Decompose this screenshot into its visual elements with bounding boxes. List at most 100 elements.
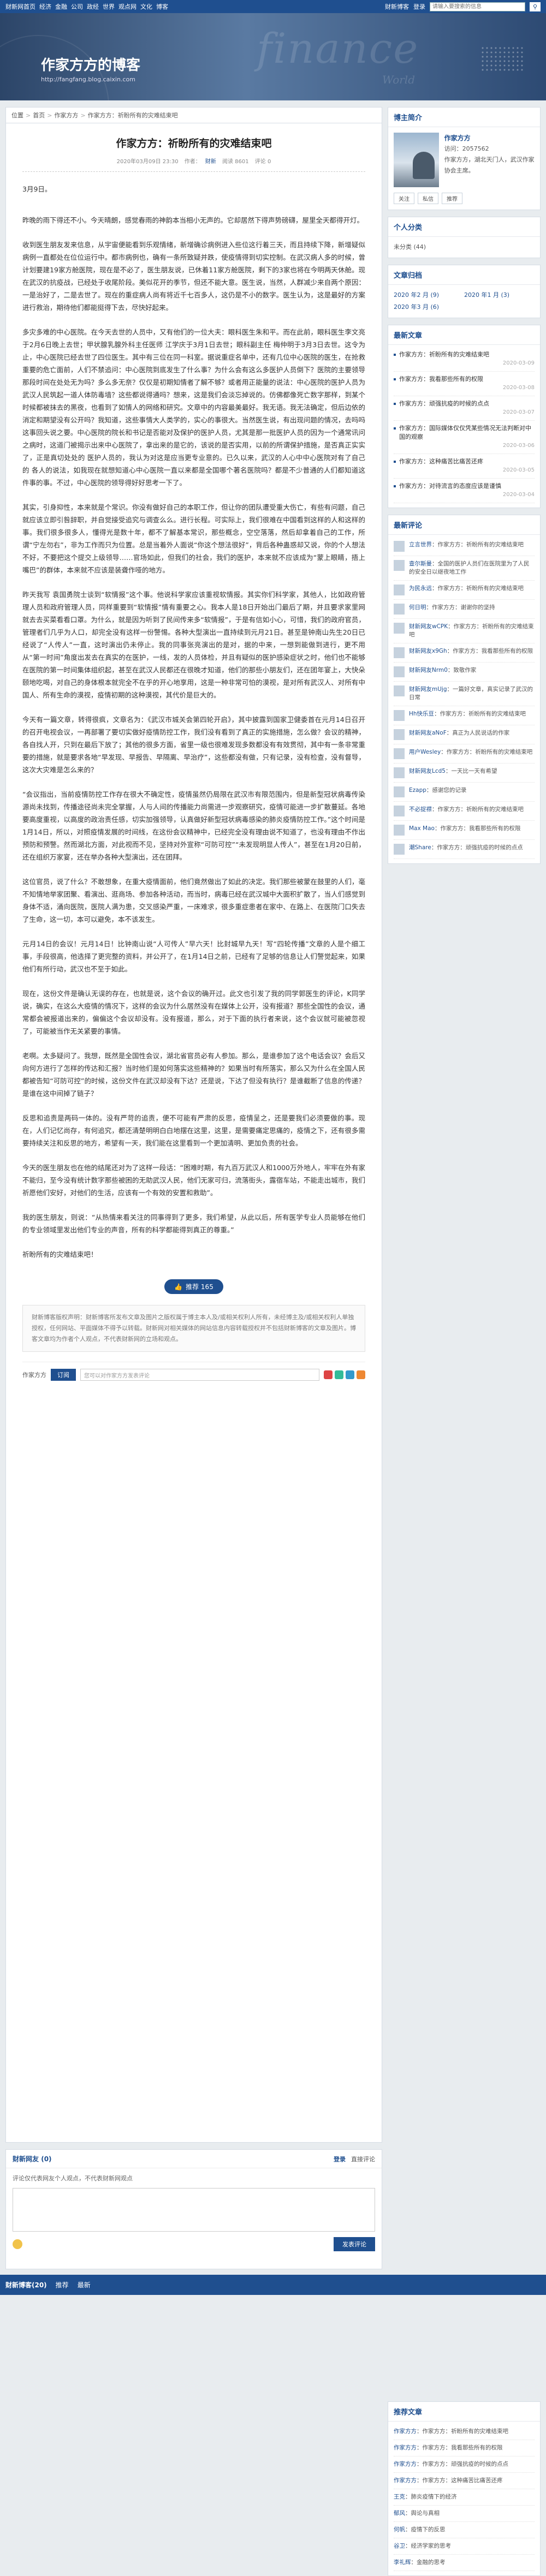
comment-textarea[interactable] xyxy=(13,2188,375,2232)
comment-item[interactable]: 为民永远：作家方方：祈盼所有的灾难结束吧 xyxy=(394,581,535,600)
archive-item[interactable]: 2020 年1 月 (3) xyxy=(464,289,535,301)
thumbs-up-icon: 👍 xyxy=(174,1283,183,1291)
nav-link-economy[interactable]: 经济 xyxy=(39,2,51,11)
article-paragraph: 老啊。太多疑问了。我想，既然是全国性会议，湖北省官员必有人参加。那么，是谁参加了… xyxy=(22,1052,365,1098)
recommend-item[interactable]: 谷卫：经济学家的思考 xyxy=(394,2538,535,2555)
recent-post-item[interactable]: 作家方方：对待流言的态度应该是谨慎 2020-03-04 xyxy=(394,479,535,503)
recommend-item[interactable]: 李礼辉：金融的思考 xyxy=(394,2555,535,2571)
recommend-item[interactable]: 作家方方：作家方方：我看那些所有的权限 xyxy=(394,2440,535,2456)
search-icon[interactable]: ⚲ xyxy=(530,2,541,11)
follow-button[interactable]: 关注 xyxy=(394,193,414,204)
publish-comment-button[interactable]: 发表评论 xyxy=(334,2237,375,2251)
avatar[interactable] xyxy=(394,133,439,187)
article-author[interactable]: 财新 xyxy=(205,159,216,165)
footer-tab-latest[interactable]: 最新 xyxy=(78,2280,91,2289)
nav-link-world[interactable]: 世界 xyxy=(103,2,115,11)
archive-item[interactable]: 2020 年3 月 (6) xyxy=(394,301,464,313)
emoji-icon[interactable] xyxy=(13,2239,22,2249)
archive-item[interactable]: 2020 年2 月 (9) xyxy=(394,289,464,301)
recommend-item[interactable]: 郁风：舆论与真相 xyxy=(394,2506,535,2522)
article-paragraph: 昨晚的雨下得还不小。今天晴朗，感觉春雨的神韵本当相小无声的。它却居然下得声势磅礴… xyxy=(22,216,364,224)
recommend-footer: 财新博客(20) 推荐 最新 xyxy=(0,2275,546,2295)
recent-post-item[interactable]: 作家方方：这种痛苦比痛苦还疼 2020-03-05 xyxy=(394,454,535,479)
article-paragraph: 现在，这份文件是确认无误的存在，也就是说，这个会议的确开过。此文也引发了我的同学… xyxy=(22,989,365,1035)
comment-count: 0 xyxy=(44,2155,49,2163)
comment-item[interactable]: 财新网友wCPK：作家方方：祈盼所有的灾难结束吧 xyxy=(394,619,535,643)
blog-url[interactable]: http://fangfang.blog.caixin.com xyxy=(41,76,135,83)
comment-title: 财新网友 (0) xyxy=(13,2155,52,2163)
comment-item[interactable]: 财新网友x9Gh：作家方方：我看那些所有的权限 xyxy=(394,643,535,663)
sidebar: 博主简介 作家方方 访问：2057562 作家方方，湖北天门人，武汉作家协会主席… xyxy=(388,107,541,2269)
comment-section: 财新网友 (0) 登录 直接评论 评论仅代表网友个人观点，不代表财新网观点 发表… xyxy=(5,2149,382,2269)
profile-actions: 关注 私信 推荐 xyxy=(388,193,540,210)
comment-item[interactable]: 查尔斯曼：全国的医护人员们在医院里为了人民的安全日以继夜地工作 xyxy=(394,556,535,581)
article-author-label: 作者： xyxy=(184,159,201,165)
recommend-blog-button[interactable]: 推荐 xyxy=(442,193,462,204)
recommend-item[interactable]: 何帆：疫情下的反思 xyxy=(394,2522,535,2538)
comment-item[interactable]: 用户Wesley：作家方方：祈盼所有的灾难结束吧 xyxy=(394,744,535,764)
blog-nav-link[interactable]: 财新博客 xyxy=(385,2,409,11)
recommend-box: 推荐文章 作家方方：作家方方：祈盼所有的灾难结束吧 作家方方：作家方方：我看那些… xyxy=(388,2401,541,2576)
article-date: 2020年03月09日 23:30 xyxy=(116,159,179,165)
comment-item[interactable]: Ezapp：感谢您的记录 xyxy=(394,783,535,802)
top-nav-links: 财新网首页 经济 金融 公司 政经 世界 观点网 文化 博客 xyxy=(5,2,385,11)
commenter-avatar xyxy=(394,767,405,778)
recommend-item[interactable]: 作家方方：作家方方：顽强抗疫的时候的点点 xyxy=(394,2456,535,2473)
footer-tab-recommend[interactable]: 推荐 xyxy=(56,2280,69,2289)
weibo-icon[interactable] xyxy=(324,1370,333,1379)
comment-item[interactable]: 潮Share：作家方方：顽强抗疫的时候的点点 xyxy=(394,840,535,859)
category-item[interactable]: 未分类 (44) xyxy=(394,241,535,253)
recommend-item[interactable]: 作家方方：作家方方：祈盼所有的灾难结束吧 xyxy=(394,2424,535,2440)
qzone-icon[interactable] xyxy=(346,1370,354,1379)
comment-item[interactable]: 财新网友mUjg：一篇好文章，真实记录了武汉的日常 xyxy=(394,682,535,706)
comment-item[interactable]: 财新网友aNoF：真正为人民说话的作家 xyxy=(394,725,535,744)
breadcrumb-blog[interactable]: 作家方方 xyxy=(54,111,78,120)
share-author[interactable]: 作家方方 xyxy=(22,1370,46,1379)
nav-link-home[interactable]: 财新网首页 xyxy=(5,2,35,11)
share-icons xyxy=(324,1370,365,1379)
comment-item[interactable]: Hh快乐豆：作家方方：祈盼所有的灾难结束吧 xyxy=(394,706,535,725)
recommend-item[interactable]: 王克：肺炎疫情下的经济 xyxy=(394,2489,535,2506)
nav-link-opinion[interactable]: 观点网 xyxy=(118,2,136,11)
latest-comments-title: 最新评论 xyxy=(388,515,540,535)
main-column: 位置 > 首页 > 作家方方 > 作家方方：祈盼所有的灾难结束吧 作家方方：祈盼… xyxy=(5,107,382,2269)
article-paragraph: 我的医生朋友，则说：“从热情来看关注的同事得到了更多，我们希望，从此以后，所有医… xyxy=(22,1213,365,1234)
archive-box-title: 文章归档 xyxy=(388,265,540,285)
recent-post-item[interactable]: 作家方方：祈盼所有的灾难结束吧 2020-03-09 xyxy=(394,347,535,372)
recent-post-item[interactable]: 作家方方：顽强抗疫的时候的点点 2020-03-07 xyxy=(394,396,535,421)
commenter-avatar xyxy=(394,844,405,855)
article-paragraph: 今天有一篇文章，转得很疯，文章名为：《武汉市城关会第四轮开启》，其中披露到国家卫… xyxy=(22,715,365,774)
comment-login-link[interactable]: 登录 xyxy=(334,2155,346,2163)
nav-link-blog[interactable]: 博客 xyxy=(156,2,168,11)
breadcrumb-current: 作家方方：祈盼所有的灾难结束吧 xyxy=(87,112,178,119)
comment-item[interactable]: 财新网友Nrm0：致敬作家 xyxy=(394,663,535,682)
article-comments-count[interactable]: 评论 0 xyxy=(255,159,271,165)
nav-link-finance[interactable]: 金融 xyxy=(55,2,67,11)
article-views: 阅读 8601 xyxy=(222,159,249,165)
nav-link-culture[interactable]: 文化 xyxy=(140,2,152,11)
recent-post-item[interactable]: 作家方方：我看那些所有的权限 2020-03-08 xyxy=(394,372,535,396)
login-link[interactable]: 登录 xyxy=(413,2,425,11)
article-paragraph: 元月14日的会议！元月14日！比钟南山说“人可传人”早六天！比封城早九天！写“四… xyxy=(22,940,365,973)
recommend-button[interactable]: 👍 推荐 165 xyxy=(164,1279,223,1294)
comment-item[interactable]: 何日明：作家方方：谢谢你的坚持 xyxy=(394,600,535,619)
renren-icon[interactable] xyxy=(357,1370,365,1379)
category-list: 未分类 (44) xyxy=(388,237,540,258)
message-button[interactable]: 私信 xyxy=(418,193,438,204)
recommend-item[interactable]: 作家方方：作家方方：这种痛苦比痛苦还疼 xyxy=(394,2473,535,2489)
wechat-icon[interactable] xyxy=(335,1370,343,1379)
comment-item[interactable]: 不必捉襟：作家方方：祈盼所有的灾难结束吧 xyxy=(394,802,535,821)
nav-link-politics[interactable]: 政经 xyxy=(87,2,99,11)
recent-post-item[interactable]: 作家方方：国际媒体仅仅凭某些情况无法判断对中国的观察 2020-03-06 xyxy=(394,421,535,454)
search-input[interactable] xyxy=(430,2,525,11)
comment-direct-link[interactable]: 直接评论 xyxy=(351,2155,375,2163)
comment-item[interactable]: Max Mao：作家方方：我看那些所有的权限 xyxy=(394,821,535,840)
subscribe-button[interactable]: 订阅 xyxy=(51,1369,76,1381)
nav-link-company[interactable]: 公司 xyxy=(71,2,83,11)
share-input[interactable]: 您可以对作家方方发表评论 xyxy=(80,1369,319,1381)
comment-item[interactable]: 财新网友Lcd5：一天比一天有希望 xyxy=(394,764,535,783)
commenter-avatar xyxy=(394,560,405,571)
comment-item[interactable]: 立言世界：作家方方：祈盼所有的灾难结束吧 xyxy=(394,537,535,556)
profile-nick[interactable]: 作家方方 xyxy=(444,133,535,144)
breadcrumb-home[interactable]: 首页 xyxy=(33,111,45,120)
